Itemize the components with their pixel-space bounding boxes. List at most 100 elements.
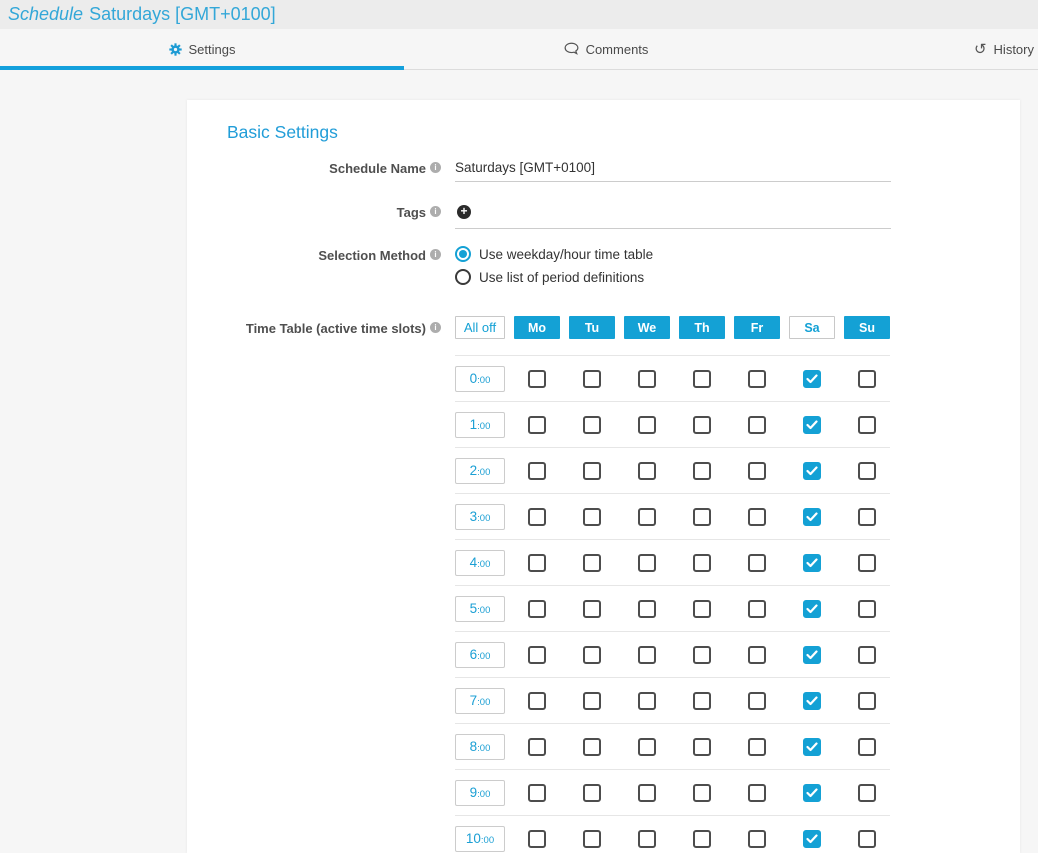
slot-checkbox-mo-200[interactable] — [528, 462, 546, 480]
day-toggle-sa[interactable]: Sa — [789, 316, 835, 339]
slot-checkbox-sa-1000[interactable] — [803, 830, 821, 848]
slot-checkbox-sa-000[interactable] — [803, 370, 821, 388]
slot-checkbox-su-600[interactable] — [858, 646, 876, 664]
slot-checkbox-th-000[interactable] — [693, 370, 711, 388]
slot-checkbox-fr-800[interactable] — [748, 738, 766, 756]
hour-toggle-300[interactable]: 3:00 — [455, 504, 505, 530]
slot-checkbox-sa-900[interactable] — [803, 784, 821, 802]
tab-comments[interactable]: Comments — [404, 29, 808, 69]
slot-checkbox-we-000[interactable] — [638, 370, 656, 388]
hour-toggle-800[interactable]: 8:00 — [455, 734, 505, 760]
day-toggle-mo[interactable]: Mo — [514, 316, 560, 339]
slot-checkbox-sa-100[interactable] — [803, 416, 821, 434]
slot-checkbox-su-400[interactable] — [858, 554, 876, 572]
slot-checkbox-tu-300[interactable] — [583, 508, 601, 526]
slot-checkbox-mo-300[interactable] — [528, 508, 546, 526]
slot-checkbox-mo-600[interactable] — [528, 646, 546, 664]
slot-checkbox-we-200[interactable] — [638, 462, 656, 480]
slot-checkbox-su-200[interactable] — [858, 462, 876, 480]
slot-checkbox-we-300[interactable] — [638, 508, 656, 526]
slot-checkbox-mo-000[interactable] — [528, 370, 546, 388]
slot-checkbox-we-1000[interactable] — [638, 830, 656, 848]
slot-checkbox-fr-000[interactable] — [748, 370, 766, 388]
slot-checkbox-su-900[interactable] — [858, 784, 876, 802]
slot-checkbox-fr-1000[interactable] — [748, 830, 766, 848]
slot-checkbox-mo-900[interactable] — [528, 784, 546, 802]
info-icon[interactable]: i — [430, 206, 441, 217]
slot-checkbox-th-700[interactable] — [693, 692, 711, 710]
slot-checkbox-fr-900[interactable] — [748, 784, 766, 802]
slot-checkbox-tu-700[interactable] — [583, 692, 601, 710]
info-icon[interactable]: i — [430, 162, 441, 173]
slot-checkbox-sa-400[interactable] — [803, 554, 821, 572]
tab-history[interactable]: ↺ History — [808, 29, 1038, 69]
slot-checkbox-we-800[interactable] — [638, 738, 656, 756]
slot-checkbox-th-600[interactable] — [693, 646, 711, 664]
slot-checkbox-tu-1000[interactable] — [583, 830, 601, 848]
slot-checkbox-th-500[interactable] — [693, 600, 711, 618]
slot-checkbox-sa-600[interactable] — [803, 646, 821, 664]
slot-checkbox-th-300[interactable] — [693, 508, 711, 526]
slot-checkbox-th-1000[interactable] — [693, 830, 711, 848]
slot-checkbox-mo-100[interactable] — [528, 416, 546, 434]
slot-checkbox-su-500[interactable] — [858, 600, 876, 618]
slot-checkbox-tu-100[interactable] — [583, 416, 601, 434]
hour-toggle-200[interactable]: 2:00 — [455, 458, 505, 484]
slot-checkbox-fr-600[interactable] — [748, 646, 766, 664]
hour-toggle-600[interactable]: 6:00 — [455, 642, 505, 668]
slot-checkbox-mo-400[interactable] — [528, 554, 546, 572]
day-toggle-su[interactable]: Su — [844, 316, 890, 339]
hour-toggle-700[interactable]: 7:00 — [455, 688, 505, 714]
slot-checkbox-fr-200[interactable] — [748, 462, 766, 480]
slot-checkbox-su-000[interactable] — [858, 370, 876, 388]
slot-checkbox-su-100[interactable] — [858, 416, 876, 434]
slot-checkbox-we-900[interactable] — [638, 784, 656, 802]
day-toggle-tu[interactable]: Tu — [569, 316, 615, 339]
slot-checkbox-th-200[interactable] — [693, 462, 711, 480]
slot-checkbox-sa-200[interactable] — [803, 462, 821, 480]
slot-checkbox-tu-500[interactable] — [583, 600, 601, 618]
slot-checkbox-th-400[interactable] — [693, 554, 711, 572]
slot-checkbox-sa-800[interactable] — [803, 738, 821, 756]
slot-checkbox-tu-900[interactable] — [583, 784, 601, 802]
slot-checkbox-su-300[interactable] — [858, 508, 876, 526]
day-toggle-th[interactable]: Th — [679, 316, 725, 339]
slot-checkbox-tu-000[interactable] — [583, 370, 601, 388]
hour-toggle-500[interactable]: 5:00 — [455, 596, 505, 622]
slot-checkbox-mo-700[interactable] — [528, 692, 546, 710]
hour-toggle-1000[interactable]: 10:00 — [455, 826, 505, 852]
slot-checkbox-th-800[interactable] — [693, 738, 711, 756]
all-off-button[interactable]: All off — [455, 316, 505, 339]
slot-checkbox-tu-600[interactable] — [583, 646, 601, 664]
slot-checkbox-we-500[interactable] — [638, 600, 656, 618]
hour-toggle-100[interactable]: 1:00 — [455, 412, 505, 438]
info-icon[interactable]: i — [430, 322, 441, 333]
slot-checkbox-we-700[interactable] — [638, 692, 656, 710]
slot-checkbox-tu-800[interactable] — [583, 738, 601, 756]
slot-checkbox-fr-500[interactable] — [748, 600, 766, 618]
info-icon[interactable]: i — [430, 249, 441, 260]
slot-checkbox-sa-500[interactable] — [803, 600, 821, 618]
slot-checkbox-tu-200[interactable] — [583, 462, 601, 480]
hour-toggle-000[interactable]: 0:00 — [455, 366, 505, 392]
slot-checkbox-mo-1000[interactable] — [528, 830, 546, 848]
slot-checkbox-mo-800[interactable] — [528, 738, 546, 756]
add-tag-button[interactable]: + — [457, 205, 471, 219]
radio-use-list-of-period-definitions[interactable] — [455, 269, 471, 285]
slot-checkbox-mo-500[interactable] — [528, 600, 546, 618]
hour-toggle-900[interactable]: 9:00 — [455, 780, 505, 806]
slot-checkbox-sa-300[interactable] — [803, 508, 821, 526]
day-toggle-we[interactable]: We — [624, 316, 670, 339]
slot-checkbox-fr-300[interactable] — [748, 508, 766, 526]
slot-checkbox-tu-400[interactable] — [583, 554, 601, 572]
slot-checkbox-we-100[interactable] — [638, 416, 656, 434]
radio-use-weekday-hour-time-table[interactable] — [455, 246, 471, 262]
slot-checkbox-fr-100[interactable] — [748, 416, 766, 434]
slot-checkbox-sa-700[interactable] — [803, 692, 821, 710]
slot-checkbox-th-100[interactable] — [693, 416, 711, 434]
schedule-name-input[interactable] — [455, 160, 891, 182]
slot-checkbox-su-800[interactable] — [858, 738, 876, 756]
slot-checkbox-we-400[interactable] — [638, 554, 656, 572]
slot-checkbox-su-1000[interactable] — [858, 830, 876, 848]
slot-checkbox-fr-400[interactable] — [748, 554, 766, 572]
